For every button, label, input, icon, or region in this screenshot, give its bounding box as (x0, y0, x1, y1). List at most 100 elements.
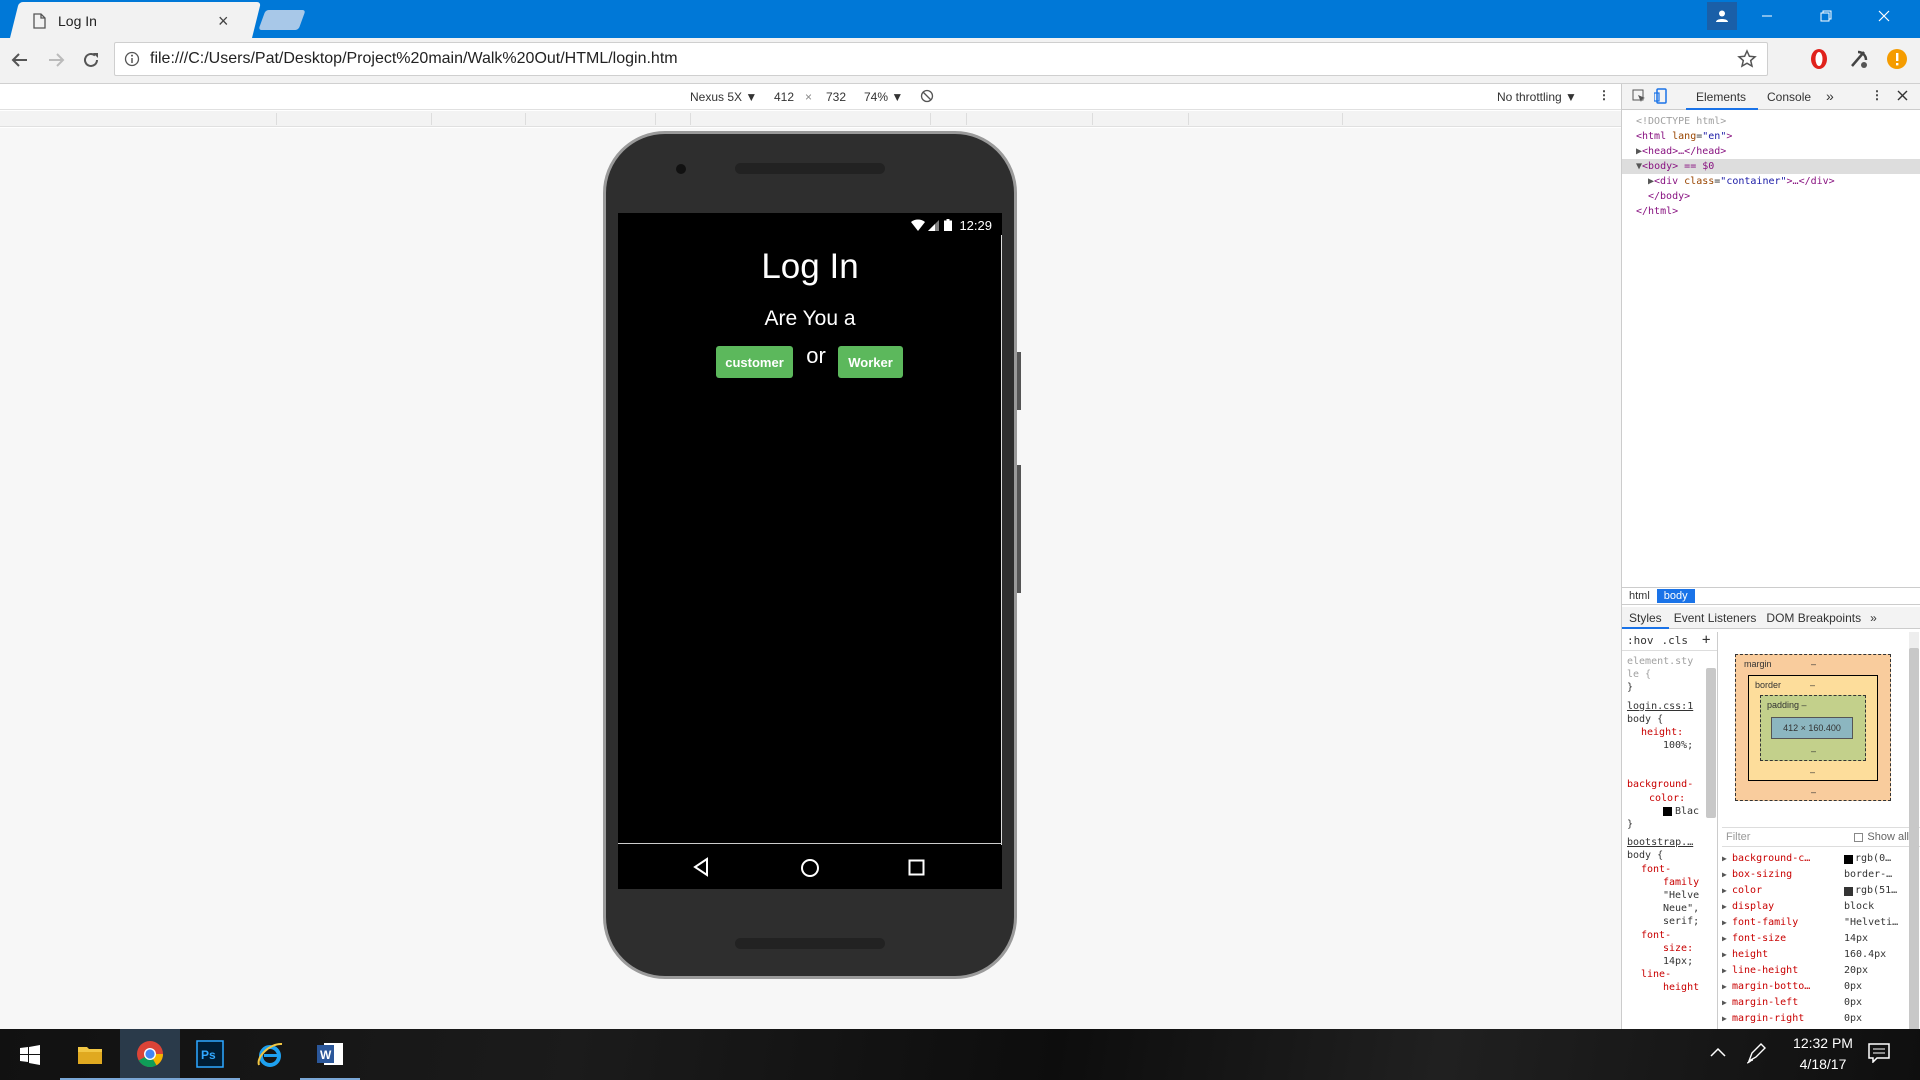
bs-prop-size-1[interactable]: font- (1627, 929, 1717, 942)
expand-arrow-icon[interactable]: ▶ (1722, 979, 1732, 995)
back-icon[interactable] (10, 50, 30, 70)
close-window-icon[interactable] (1855, 10, 1913, 22)
login-css-link[interactable]: login.css:1 (1627, 700, 1717, 713)
computed-row[interactable]: ▶ font-size 14px (1722, 931, 1907, 947)
dom-html-node[interactable]: <html lang="en"> (1622, 129, 1920, 144)
url-text[interactable]: file:///C:/Users/Pat/Desktop/Project%20m… (150, 50, 1737, 68)
element-style-label-1[interactable]: element.sty (1627, 655, 1717, 668)
dom-body-node[interactable]: ▼<body> == $0 (1622, 159, 1920, 174)
expand-arrow-icon[interactable]: ▶ (1722, 915, 1732, 931)
border-top-value[interactable]: – (1810, 680, 1815, 690)
device-height[interactable]: 732 (826, 90, 846, 104)
tab-elements[interactable]: Elements (1696, 90, 1746, 104)
bs-val-font-1[interactable]: "Helve (1627, 889, 1717, 902)
computed-row[interactable]: ▶ margin-left 0px (1722, 995, 1907, 1011)
bs-prop-lh-2[interactable]: height (1627, 981, 1717, 994)
computed-row[interactable]: ▶ box-sizing border-… (1722, 867, 1907, 883)
forward-icon[interactable] (46, 50, 66, 70)
expand-arrow-icon[interactable]: ▶ (1722, 867, 1732, 883)
tab-console[interactable]: Console (1767, 90, 1811, 104)
throttling-select[interactable]: No throttling ▼ (1497, 90, 1577, 104)
box-model-content[interactable]: 412 × 160.400 (1771, 717, 1853, 739)
extension-icon[interactable] (1848, 48, 1870, 70)
bs-val-font-3[interactable]: serif; (1627, 915, 1717, 928)
box-model-border[interactable]: border – – padding – 412 × 160.400 – (1748, 675, 1878, 781)
device-more-icon[interactable]: ⋮ (1598, 88, 1610, 102)
more-tabs-icon[interactable]: » (1826, 88, 1834, 104)
bs-val-size[interactable]: 14px; (1627, 955, 1717, 968)
chrome-icon[interactable] (120, 1029, 180, 1080)
expand-arrow-icon[interactable]: ▶ (1722, 947, 1732, 963)
customer-button[interactable]: customer (716, 346, 793, 378)
devtools-close-icon[interactable] (1897, 90, 1908, 101)
device-width[interactable]: 412 (774, 90, 794, 104)
clock[interactable]: 12:32 PM 4/18/17 (1768, 1033, 1878, 1075)
login-prop-height[interactable]: height: (1627, 726, 1717, 739)
breadcrumb-body[interactable]: body (1656, 589, 1695, 603)
padding-bottom-value[interactable]: – (1811, 746, 1816, 756)
device-select[interactable]: Nexus 5X ▼ (690, 90, 757, 104)
computed-row[interactable]: ▶ height 160.4px (1722, 947, 1907, 963)
action-center-icon[interactable] (1868, 1043, 1890, 1063)
info-icon[interactable] (124, 51, 140, 67)
breadcrumb-html[interactable]: html (1622, 590, 1657, 602)
alert-extension-icon[interactable] (1886, 48, 1908, 70)
dom-doctype[interactable]: <!DOCTYPE html> (1622, 114, 1920, 129)
pen-icon[interactable] (1746, 1042, 1768, 1064)
start-button[interactable] (0, 1029, 60, 1080)
expand-arrow-icon[interactable]: ▶ (1722, 899, 1732, 915)
bs-prop-font-1[interactable]: font- (1627, 863, 1717, 876)
zoom-select[interactable]: 74% ▼ (864, 90, 903, 104)
opera-extension-icon[interactable] (1808, 48, 1830, 70)
login-val-height[interactable]: 100%; (1627, 739, 1717, 752)
show-hidden-icons[interactable] (1710, 1047, 1726, 1057)
profile-icon[interactable] (1707, 2, 1737, 30)
nav-home-icon[interactable] (800, 858, 820, 878)
margin-top-value[interactable]: – (1811, 659, 1816, 669)
worker-button[interactable]: Worker (838, 346, 903, 378)
bookmark-star-icon[interactable] (1737, 49, 1757, 69)
margin-bottom-value[interactable]: – (1811, 787, 1816, 797)
tab-event-listeners[interactable]: Event Listeners (1669, 611, 1762, 625)
reload-icon[interactable] (81, 50, 101, 70)
expand-arrow-icon[interactable]: ▶ (1722, 995, 1732, 1011)
computed-scroll-track[interactable] (1909, 632, 1919, 1080)
computed-row[interactable]: ▶ color rgb(51… (1722, 883, 1907, 899)
bs-val-font-2[interactable]: Neue", (1627, 902, 1717, 915)
device-toggle-icon[interactable] (1654, 88, 1668, 104)
computed-row[interactable]: ▶ display block (1722, 899, 1907, 915)
color-swatch[interactable] (1844, 854, 1853, 864)
computed-row[interactable]: ▶ background-c… rgb(0… (1722, 851, 1907, 867)
login-val-bg[interactable]: Blac (1627, 805, 1717, 818)
cls-toggle[interactable]: .cls (1662, 634, 1689, 647)
expand-arrow-icon[interactable]: ▶ (1722, 963, 1732, 979)
expand-arrow-icon[interactable]: ▶ (1722, 851, 1732, 867)
rotate-icon[interactable] (920, 89, 934, 103)
bs-prop-lh-1[interactable]: line- (1627, 968, 1717, 981)
border-bottom-value[interactable]: – (1810, 767, 1815, 777)
dom-html-close[interactable]: </html> (1622, 204, 1920, 219)
word-icon[interactable]: W (300, 1029, 360, 1080)
add-rule-icon[interactable]: + (1702, 633, 1710, 647)
file-explorer-icon[interactable] (60, 1029, 120, 1080)
element-style-label-2[interactable]: le { (1627, 668, 1717, 681)
dom-head-node[interactable]: ▶<head>…</head> (1622, 144, 1920, 159)
expand-arrow-icon[interactable]: ▶ (1722, 931, 1732, 947)
dom-div-node[interactable]: ▶<div class="container">…</div> (1622, 174, 1920, 189)
tab-styles[interactable]: Styles (1622, 607, 1669, 629)
hov-toggle[interactable]: :hov (1627, 634, 1654, 647)
bs-prop-size-2[interactable]: size: (1627, 942, 1717, 955)
computed-scrollbar[interactable] (1909, 648, 1919, 1080)
tab-close-icon[interactable]: × (218, 11, 229, 32)
computed-row[interactable]: ▶ margin-botto… 0px (1722, 979, 1907, 995)
browser-tab-content[interactable]: Log In × (28, 4, 252, 38)
media-query-ruler[interactable] (0, 111, 1621, 127)
box-model-padding[interactable]: padding – 412 × 160.400 – (1760, 695, 1866, 761)
nav-recents-icon[interactable] (908, 859, 925, 876)
bs-prop-font-2[interactable]: family (1627, 876, 1717, 889)
styles-scrollbar[interactable] (1706, 668, 1716, 818)
styles-more-icon[interactable]: » (1866, 611, 1881, 625)
devtools-menu-icon[interactable]: ⋮ (1871, 88, 1883, 102)
box-model-margin[interactable]: margin – – border – – padding – 412 × 16… (1735, 654, 1891, 801)
login-prop-bg-1[interactable]: background- (1627, 778, 1717, 791)
